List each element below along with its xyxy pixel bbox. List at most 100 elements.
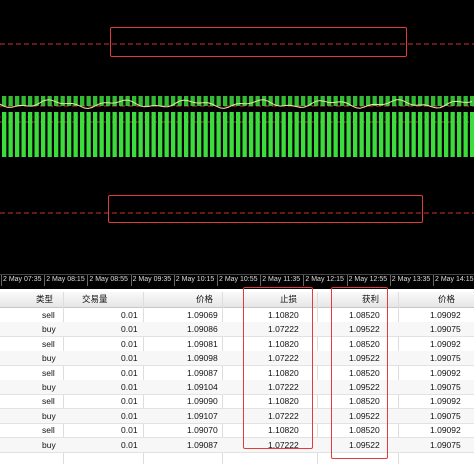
cell-sl: 1.07222 [268,439,299,450]
cell-price2: 1.09092 [430,310,461,320]
candle-top [229,96,234,106]
cell-price: 1.09070 [187,425,218,436]
candle-bar [255,112,260,157]
cell-price2: 1.09092 [430,367,461,378]
price-chart[interactable] [0,0,474,274]
candle-top [405,96,410,106]
candle-bar [366,112,371,157]
cell-volume: 0.01 [121,425,138,436]
cell-tp: 1.08520 [349,310,380,320]
cell-tp: 1.09522 [349,410,380,421]
candle-top [236,96,241,106]
candle-bar [346,112,351,157]
candle-bar [463,112,468,157]
candle-bar [457,112,462,157]
cell-tp: 1.09522 [349,439,380,450]
table-row[interactable]: sell 0.01 1.09070 1.10820 1.08520 1.09092 [0,423,474,439]
candle-bar [210,112,215,157]
table-header: 类型 交易量 价格 止损 获利 价格 [0,292,474,308]
candle-bar [353,112,358,157]
candle-bar [67,112,72,157]
table-row[interactable]: buy 0.01 1.09104 1.07222 1.09522 1.09075 [0,380,474,395]
cell-price: 1.09087 [187,367,218,378]
cell-price: 1.09104 [187,382,218,392]
header-price2[interactable]: 价格 [438,292,455,306]
candle-top [132,96,137,106]
candle-bar [301,112,306,157]
candle-bar [190,112,195,157]
candle-bar [385,112,390,157]
candle-top [398,96,403,106]
header-price[interactable]: 价格 [196,292,213,306]
candle-bar [203,112,208,157]
table-row[interactable]: buy 0.01 1.09098 1.07222 1.09522 1.09075 [0,351,474,367]
candle-top [197,96,202,106]
table-row[interactable]: buy 0.01 1.09107 1.07222 1.09522 1.09075 [0,408,474,424]
candle-bar [47,112,52,157]
header-volume[interactable]: 交易量 [82,292,108,306]
candle-bar [437,112,442,157]
cell-sl: 1.10820 [268,338,299,349]
cell-type: buy [42,353,56,364]
candle-top [164,96,169,106]
cell-sl: 1.07222 [268,410,299,421]
cell-type: buy [42,439,56,450]
cell-sl: 1.10820 [268,367,299,378]
candle-bar [327,112,332,157]
candle-top [353,96,358,106]
candle-bar [28,112,33,157]
cell-price2: 1.09075 [430,324,461,335]
candle-bar [405,112,410,157]
table-row[interactable]: sell 0.01 1.09081 1.10820 1.08520 1.09092 [0,337,474,352]
time-tick-label: 2 May 07:35 [1,275,42,286]
candle-bar [216,112,221,157]
candle-top [47,96,52,106]
cell-sl: 1.10820 [268,396,299,407]
table-row[interactable]: sell 0.01 1.09069 1.10820 1.08520 1.09092 [0,308,474,323]
header-type[interactable]: 类型 [36,292,53,306]
candle-bar [392,112,397,157]
table-row[interactable]: sell 0.01 1.09090 1.10820 1.08520 1.09092 [0,394,474,410]
candle-bar [8,112,13,157]
candle-bar [294,112,299,157]
candle-top [294,96,299,106]
candle-bar [307,112,312,157]
time-axis: 2 May 07:35 2 May 08:15 2 May 08:55 2 May 0… [0,274,474,289]
candle-bar [379,112,384,157]
candle-top [15,96,20,106]
cell-price: 1.09086 [187,324,218,335]
candle-top [249,96,254,106]
cell-price2: 1.09092 [430,338,461,349]
candle-top [60,96,65,106]
candle-top [223,96,228,106]
cell-price2: 1.09075 [430,439,461,450]
candle-bar [223,112,228,157]
header-tp[interactable]: 获利 [362,292,379,306]
table-row[interactable]: sell 0.01 1.09087 1.10820 1.08520 1.09092 [0,366,474,381]
candle-top [301,96,306,106]
candle-bar [86,112,91,157]
cell-type: sell [42,425,55,436]
candle-bar [242,112,247,157]
candle-bar [262,112,267,157]
cell-type: sell [42,338,55,349]
candle-bar [450,112,455,157]
candle-bar [411,112,416,157]
candle-bar [268,112,273,157]
cell-volume: 0.01 [121,396,138,407]
candle-top [333,96,338,106]
orders-table[interactable]: 类型 交易量 价格 止损 获利 价格 sell 0.01 1.09069 1.1082… [0,287,474,464]
cell-tp: 1.09522 [349,382,380,392]
table-row[interactable]: buy 0.01 1.09087 1.07222 1.09522 1.09075 [0,437,474,453]
cell-price: 1.09081 [187,338,218,349]
header-sl[interactable]: 止损 [280,292,297,306]
cell-type: buy [42,324,56,335]
cell-price2: 1.09075 [430,382,461,392]
cell-volume: 0.01 [121,338,138,349]
table-row[interactable]: buy 0.01 1.09086 1.07222 1.09522 1.09075 [0,322,474,338]
cell-price: 1.09098 [187,353,218,364]
candle-bar [470,112,474,157]
candle-top [242,96,247,106]
candle-bar [125,112,130,157]
cell-price2: 1.09092 [430,396,461,407]
